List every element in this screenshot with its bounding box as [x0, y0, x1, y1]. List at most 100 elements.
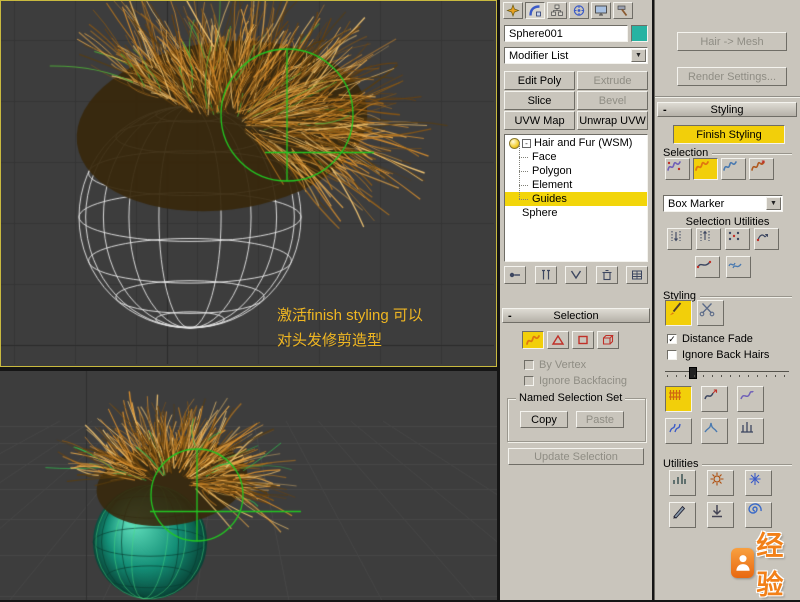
expand-selection-button[interactable]: [695, 256, 720, 278]
update-selection-button[interactable]: Update Selection: [508, 448, 644, 465]
stack-item-face[interactable]: Face: [505, 143, 647, 164]
tab-create[interactable]: [503, 2, 523, 19]
chevron-down-icon[interactable]: ▼: [631, 49, 646, 62]
copy-selection-button[interactable]: [667, 228, 692, 250]
recomb-from-splines-button[interactable]: [669, 502, 696, 528]
polygon-subobject-button[interactable]: [572, 331, 594, 349]
pop-zero-button[interactable]: [707, 470, 734, 496]
tab-utilities[interactable]: [613, 2, 633, 19]
paste-button[interactable]: Paste: [576, 411, 624, 428]
select-whole-guides-button[interactable]: [693, 158, 718, 180]
element-subobject-button[interactable]: [597, 331, 619, 349]
distance-fade-label: Distance Fade: [682, 333, 753, 345]
show-end-result-button[interactable]: [534, 266, 557, 284]
puff-roots-icon: [741, 422, 753, 433]
object-color-swatch[interactable]: [631, 25, 648, 42]
ignore-backfacing-checkbox[interactable]: [524, 376, 534, 386]
pin-stack-button[interactable]: [504, 266, 526, 284]
selection-rollout-header[interactable]: - Selection: [502, 308, 650, 323]
stack-item-hair-and-fur[interactable]: - Hair and Fur (WSM): [505, 136, 647, 150]
watermark-text: 经验: [756, 531, 785, 600]
brush-icon: [669, 302, 682, 316]
collapse-icon[interactable]: -: [522, 138, 531, 148]
ignore-back-hairs-checkbox[interactable]: [667, 350, 677, 360]
modifier-list-dropdown[interactable]: Modifier List ▼: [504, 47, 648, 64]
chevron-down-icon[interactable]: ▼: [766, 197, 781, 210]
tab-motion[interactable]: [569, 2, 589, 19]
styling-rollout-header[interactable]: - Styling: [657, 102, 797, 117]
extrude-button[interactable]: Extrude: [577, 71, 648, 90]
comb-button[interactable]: [665, 386, 692, 412]
dots-down-icon: [671, 231, 681, 242]
ignore-back-hairs-row: Ignore Back Hairs: [667, 349, 769, 361]
vertex-subobject-button[interactable]: [547, 331, 569, 349]
guides-subobject-button[interactable]: [522, 331, 544, 349]
edit-poly-button[interactable]: Edit Poly: [504, 71, 575, 90]
uncomb-button[interactable]: [737, 386, 764, 412]
box-marker-dropdown[interactable]: Box Marker ▼: [663, 195, 783, 212]
viewport-perspective-canvas[interactable]: [0, 371, 497, 600]
select-guide-vertices-button[interactable]: [721, 158, 746, 180]
by-vertex-checkbox[interactable]: [524, 360, 534, 370]
unwrap-uvw-button[interactable]: Unwrap UVW: [577, 111, 648, 130]
slice-button[interactable]: Slice: [504, 91, 575, 110]
puff-roots-button[interactable]: [737, 418, 764, 444]
distance-fade-row: ✓ Distance Fade: [667, 333, 753, 345]
curl-icon: [740, 390, 754, 400]
tab-display[interactable]: [591, 2, 611, 19]
tab-modify[interactable]: [525, 2, 545, 19]
stack-item-label: Face: [532, 151, 557, 163]
paste-selection-button[interactable]: [696, 228, 721, 250]
attenuate-button[interactable]: [669, 470, 696, 496]
render-settings-button[interactable]: Render Settings...: [677, 67, 787, 86]
rotate-hairs-icon: [669, 423, 681, 433]
finish-styling-button[interactable]: Finish Styling: [673, 125, 785, 144]
rotate-hairs-button[interactable]: [665, 418, 692, 444]
select-hair-ends-button[interactable]: [665, 158, 690, 180]
show-end-result-icon: [541, 269, 550, 280]
square-icon: [578, 335, 588, 345]
cube-icon: [602, 334, 614, 345]
copy-button[interactable]: Copy: [520, 411, 568, 428]
recomb-button[interactable]: [701, 386, 728, 412]
by-vertex-label: By Vertex: [539, 359, 587, 371]
hierarchy-icon: [551, 4, 563, 16]
pop-selected-button[interactable]: [745, 470, 772, 496]
hair-to-mesh-button[interactable]: Hair -> Mesh: [677, 32, 787, 51]
double-wave-icon: [728, 262, 742, 269]
stack-item-polygon[interactable]: Polygon: [505, 157, 647, 178]
box-marker-value: Box Marker: [668, 197, 725, 210]
remove-modifier-button[interactable]: [595, 266, 618, 284]
by-vertex-row: By Vertex: [524, 359, 586, 371]
make-unique-button[interactable]: [565, 266, 587, 284]
select-roots-button[interactable]: [749, 158, 774, 180]
ignore-backfacing-row: Ignore Backfacing: [524, 375, 627, 387]
stack-item-guides-selected[interactable]: Guides: [505, 185, 647, 206]
scale-hairs-button[interactable]: [701, 418, 728, 444]
rotate-selection-button[interactable]: [754, 228, 779, 250]
tab-hierarchy[interactable]: [547, 2, 567, 19]
stack-item-sphere[interactable]: Sphere: [505, 206, 647, 220]
selection-utility-buttons-row2: [695, 256, 751, 278]
select-by-hair-button[interactable]: [726, 256, 751, 278]
triangle-icon: [551, 334, 565, 345]
make-unique-icon: [570, 270, 582, 280]
object-name-field[interactable]: Sphere001: [504, 25, 628, 42]
hair-cut-button[interactable]: [697, 300, 724, 326]
styling-rollout-title: Styling: [710, 103, 744, 116]
stack-item-label: Guides: [532, 193, 567, 205]
sun-icon: [710, 472, 724, 486]
configure-modifier-sets-button[interactable]: [626, 266, 648, 284]
viewport-perspective[interactable]: [0, 371, 497, 600]
fade-distance-slider[interactable]: [665, 366, 789, 379]
hair-fur-panel: Hair -> Mesh Render Settings... - Stylin…: [654, 0, 800, 600]
configure-sets-icon: [632, 270, 642, 280]
distance-fade-checkbox[interactable]: ✓: [667, 334, 677, 344]
uvw-map-button[interactable]: UVW Map: [504, 111, 575, 130]
invert-selection-button[interactable]: [725, 228, 750, 250]
reset-rest-button[interactable]: [707, 502, 734, 528]
hair-brush-button[interactable]: [665, 300, 692, 326]
bevel-button[interactable]: Bevel: [577, 91, 648, 110]
slider-handle[interactable]: [689, 367, 697, 379]
stack-item-element[interactable]: Element: [505, 171, 647, 192]
